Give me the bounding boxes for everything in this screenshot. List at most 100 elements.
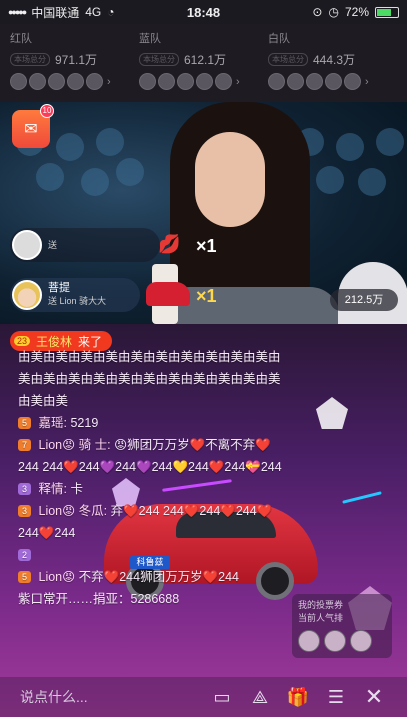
rank-line: 我的投票券 [298,600,344,610]
team-score: 971.1万 [55,53,98,67]
chat-username[interactable]: Lion😡 冬瓜: [39,504,108,518]
gift-text: 菩提 送 Lion 骑大大 [48,282,106,308]
chat-text: 卡 [70,482,83,496]
avatar [29,73,46,90]
avatar [196,73,213,90]
lock-icon: ⊙ [312,5,323,19]
team-red[interactable]: 红队 本场总分 971.1万 › [10,30,139,102]
team-blue[interactable]: 蓝队 本场总分 612.1万 › [139,30,268,102]
rank-avatars [298,630,386,652]
gift-notification: 送 [10,228,160,262]
car-gift-icon [146,282,190,306]
red-envelope-badge: 10 [40,104,54,118]
wifi-icon: ◔ [107,5,115,19]
team-score: 612.1万 [184,53,227,67]
chevron-right-icon: › [236,75,240,88]
carrier-label: 中国联通 [31,5,80,20]
chat-message: 7 Lion😡 骑 士: 😡狮团万万岁❤️不离不弃❤️244 244❤️244💜… [18,434,288,478]
avatar[interactable] [12,230,42,260]
avatar [10,73,27,90]
team-avatars: › [139,73,268,90]
rank-line: 当前人气排 [298,613,344,623]
rank-card[interactable]: 我的投票券 当前人气排 [292,594,392,658]
gift-desc: 送 [48,239,58,250]
chat-message: 2 [18,544,288,566]
status-time: 18:48 [186,4,221,20]
gift-notification: 菩提 送 Lion 骑大大 [10,278,140,312]
chat-message: 3 Lion😡 冬瓜: 弃❤️244 244❤️244❤️244❤️244❤️2… [18,500,288,544]
chat-message: 紫口常开……捐亚：5286688 [18,588,288,610]
status-left: ●●●●● 中国联通 4G ◔ [8,4,148,21]
avatar [350,630,372,652]
viewer-count[interactable]: 212.5万 [330,289,398,311]
red-envelope-icon: ✉ [24,121,38,138]
chat-input[interactable]: 说点什么... [20,687,203,707]
live-stream-screen: ●●●●● 中国联通 4G ◔ 18:48 ⊙ ◷ 72% 红队 本场总分 97… [0,0,407,717]
menu-icon[interactable]: ☰ [317,687,355,708]
chat-username[interactable]: Lion😡 [39,570,76,584]
level-badge: 3 [18,505,32,517]
team-name: 红队 [10,33,32,45]
gift-sender: 菩提 [48,282,70,294]
team-avatars: › [10,73,139,90]
gift-count: ×1 [196,286,217,306]
avatar[interactable] [12,280,42,310]
alarm-icon: ◷ [328,5,339,19]
avatar [139,73,156,90]
gift-text: 送 [48,239,57,252]
avatar [306,73,323,90]
chat-username[interactable]: 释情: [39,482,67,496]
avatar [158,73,175,90]
avatar [298,630,320,652]
chat-text: 5219 [70,416,99,430]
sparkle-decoration [316,397,348,429]
lips-gift-icon: 💋 [158,234,181,254]
share-icon[interactable]: ⟁ [241,687,279,708]
avatar [325,73,342,90]
avatar [324,630,346,652]
team-score: 444.3万 [313,53,356,67]
level-badge: 2 [18,549,32,561]
level-badge: 7 [18,439,32,451]
avatar [344,73,361,90]
host-face [195,132,265,227]
gift-desc: 送 Lion 骑大大 [48,296,107,306]
chat-username[interactable]: Lion😡 骑 士: [39,438,111,452]
avatar [48,73,65,90]
signal-icon: ●●●●● [8,7,27,17]
gift-count: ×1 [196,236,217,256]
level-badge: 23 [14,336,31,346]
chat-message: 5 Lion😡 不弃❤️244狮团万万岁❤️244 [18,566,288,588]
team-white[interactable]: 白队 本场总分 444.3万 › [268,30,397,102]
status-bar: ●●●●● 中国联通 4G ◔ 18:48 ⊙ ◷ 72% [0,0,407,24]
gift-icon[interactable]: 🎁 [279,687,317,708]
status-right: ⊙ ◷ 72% [259,5,399,19]
level-badge: 5 [18,417,32,429]
team-name: 蓝队 [139,33,161,45]
close-icon[interactable]: ✕ [355,684,393,710]
video-icon[interactable]: ▭ [203,687,241,708]
chat-message: 由美由美由美由美由美由美由美由美由美由美由美由美由美由美由美由美由美由美由美由美… [18,346,288,412]
battery-percent: 72% [344,5,369,19]
light-streak [342,491,382,504]
avatar [215,73,232,90]
team-avatars: › [268,73,397,90]
network-label: 4G [85,5,102,19]
chat-username[interactable]: 嘉瑶: [39,416,67,430]
avatar [67,73,84,90]
chat-text: 由美由美由美由美由美由美由美由美由美由美由美由美由美由美由美由美由美由美由美由美… [18,350,281,408]
chat-text: 不弃❤️244狮团万万岁❤️244 [78,570,239,584]
avatar [287,73,304,90]
avatar [86,73,103,90]
team-score-panel: 红队 本场总分 971.1万 › 蓝队 本场总分 612.1万 › 白队 本场总… [0,24,407,102]
team-score-row: 本场总分 444.3万 [268,51,397,68]
team-score-badge: 本场总分 [139,53,179,66]
chat-message: 3 释情: 卡 [18,478,288,500]
chevron-right-icon: › [107,75,111,88]
bottom-toolbar: 说点什么... ▭ ⟁ 🎁 ☰ ✕ [0,677,407,717]
chat-text: 紫口常开……捐亚：5286688 [18,592,180,606]
team-score-row: 本场总分 612.1万 [139,51,268,68]
avatar [268,73,285,90]
avatar [177,73,194,90]
battery-icon [375,6,399,18]
